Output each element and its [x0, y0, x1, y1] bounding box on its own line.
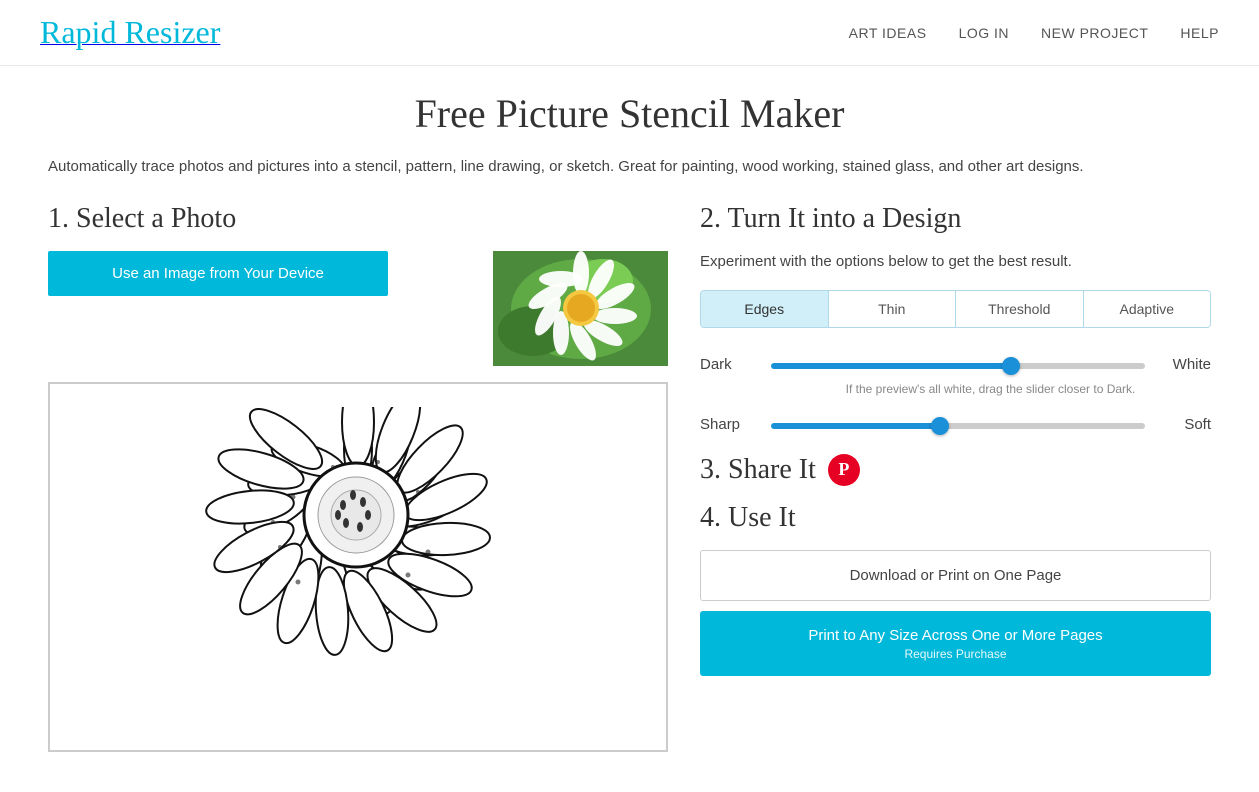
tab-thin[interactable]: Thin [828, 291, 956, 327]
use-image-button[interactable]: Use an Image from Your Device [48, 251, 388, 296]
page-description: Automatically trace photos and pictures … [48, 155, 1148, 179]
select-controls: Use an Image from Your Device [48, 251, 473, 296]
step2-header: 2. Turn It into a Design [700, 203, 1211, 235]
pinterest-button[interactable]: P [828, 454, 860, 486]
slider-hint: If the preview's all white, drag the sli… [700, 382, 1211, 396]
tab-adaptive[interactable]: Adaptive [1083, 291, 1211, 327]
logo[interactable]: Rapid Resizer [40, 14, 220, 51]
print-btn-main-label: Print to Any Size Across One or More Pag… [808, 627, 1102, 644]
dark-slider-wrap [771, 356, 1145, 374]
nav-art-ideas[interactable]: ART IDEAS [849, 25, 927, 41]
photo-svg [493, 251, 668, 366]
dark-slider-row: Dark White [700, 356, 1211, 374]
photo-preview [493, 251, 668, 366]
navbar: Rapid Resizer ART IDEAS LOG IN NEW PROJE… [0, 0, 1259, 66]
dark-label: Dark [700, 356, 755, 373]
soft-label: Soft [1161, 416, 1211, 433]
stencil-preview [48, 382, 668, 752]
tab-threshold[interactable]: Threshold [955, 291, 1083, 327]
page-title: Free Picture Stencil Maker [48, 90, 1211, 137]
step1-header: 1. Select a Photo [48, 203, 668, 235]
dark-slider[interactable] [771, 363, 1145, 369]
download-button[interactable]: Download or Print on One Page [700, 550, 1211, 601]
nav-new-project[interactable]: NEW PROJECT [1041, 25, 1148, 41]
tab-edges[interactable]: Edges [701, 291, 828, 327]
pinterest-p: P [838, 459, 849, 480]
sharp-slider[interactable] [771, 423, 1145, 429]
share-header: 3. Share It P [700, 454, 1211, 486]
use-it-section: 4. Use It Download or Print on One Page … [700, 502, 1211, 677]
nav-links: ART IDEAS LOG IN NEW PROJECT HELP [849, 25, 1219, 41]
share-section: 3. Share It P [700, 454, 1211, 486]
nav-log-in[interactable]: LOG IN [959, 25, 1009, 41]
main-content: Free Picture Stencil Maker Automatically… [0, 66, 1259, 792]
sharp-slider-wrap [771, 416, 1145, 434]
content-columns: 1. Select a Photo Use an Image from Your… [48, 203, 1211, 752]
print-button[interactable]: Print to Any Size Across One or More Pag… [700, 611, 1211, 677]
left-column: 1. Select a Photo Use an Image from Your… [48, 203, 668, 752]
right-column: 2. Turn It into a Design Experiment with… [700, 203, 1211, 676]
experiment-text: Experiment with the options below to get… [700, 251, 1211, 274]
logo-resizer: Resizer [124, 14, 220, 50]
design-tabs: Edges Thin Threshold Adaptive [700, 290, 1211, 328]
stencil-drawing [198, 407, 518, 727]
sharp-label: Sharp [700, 416, 755, 433]
logo-rapid: Rapid [40, 14, 116, 50]
white-label: White [1161, 356, 1211, 373]
nav-help[interactable]: HELP [1180, 25, 1219, 41]
step3-header: 3. Share It [700, 454, 816, 486]
step4-header: 4. Use It [700, 502, 1211, 534]
select-photo-area: Use an Image from Your Device [48, 251, 668, 366]
print-btn-sub-label: Requires Purchase [714, 646, 1197, 663]
sharp-slider-row: Sharp Soft [700, 416, 1211, 434]
